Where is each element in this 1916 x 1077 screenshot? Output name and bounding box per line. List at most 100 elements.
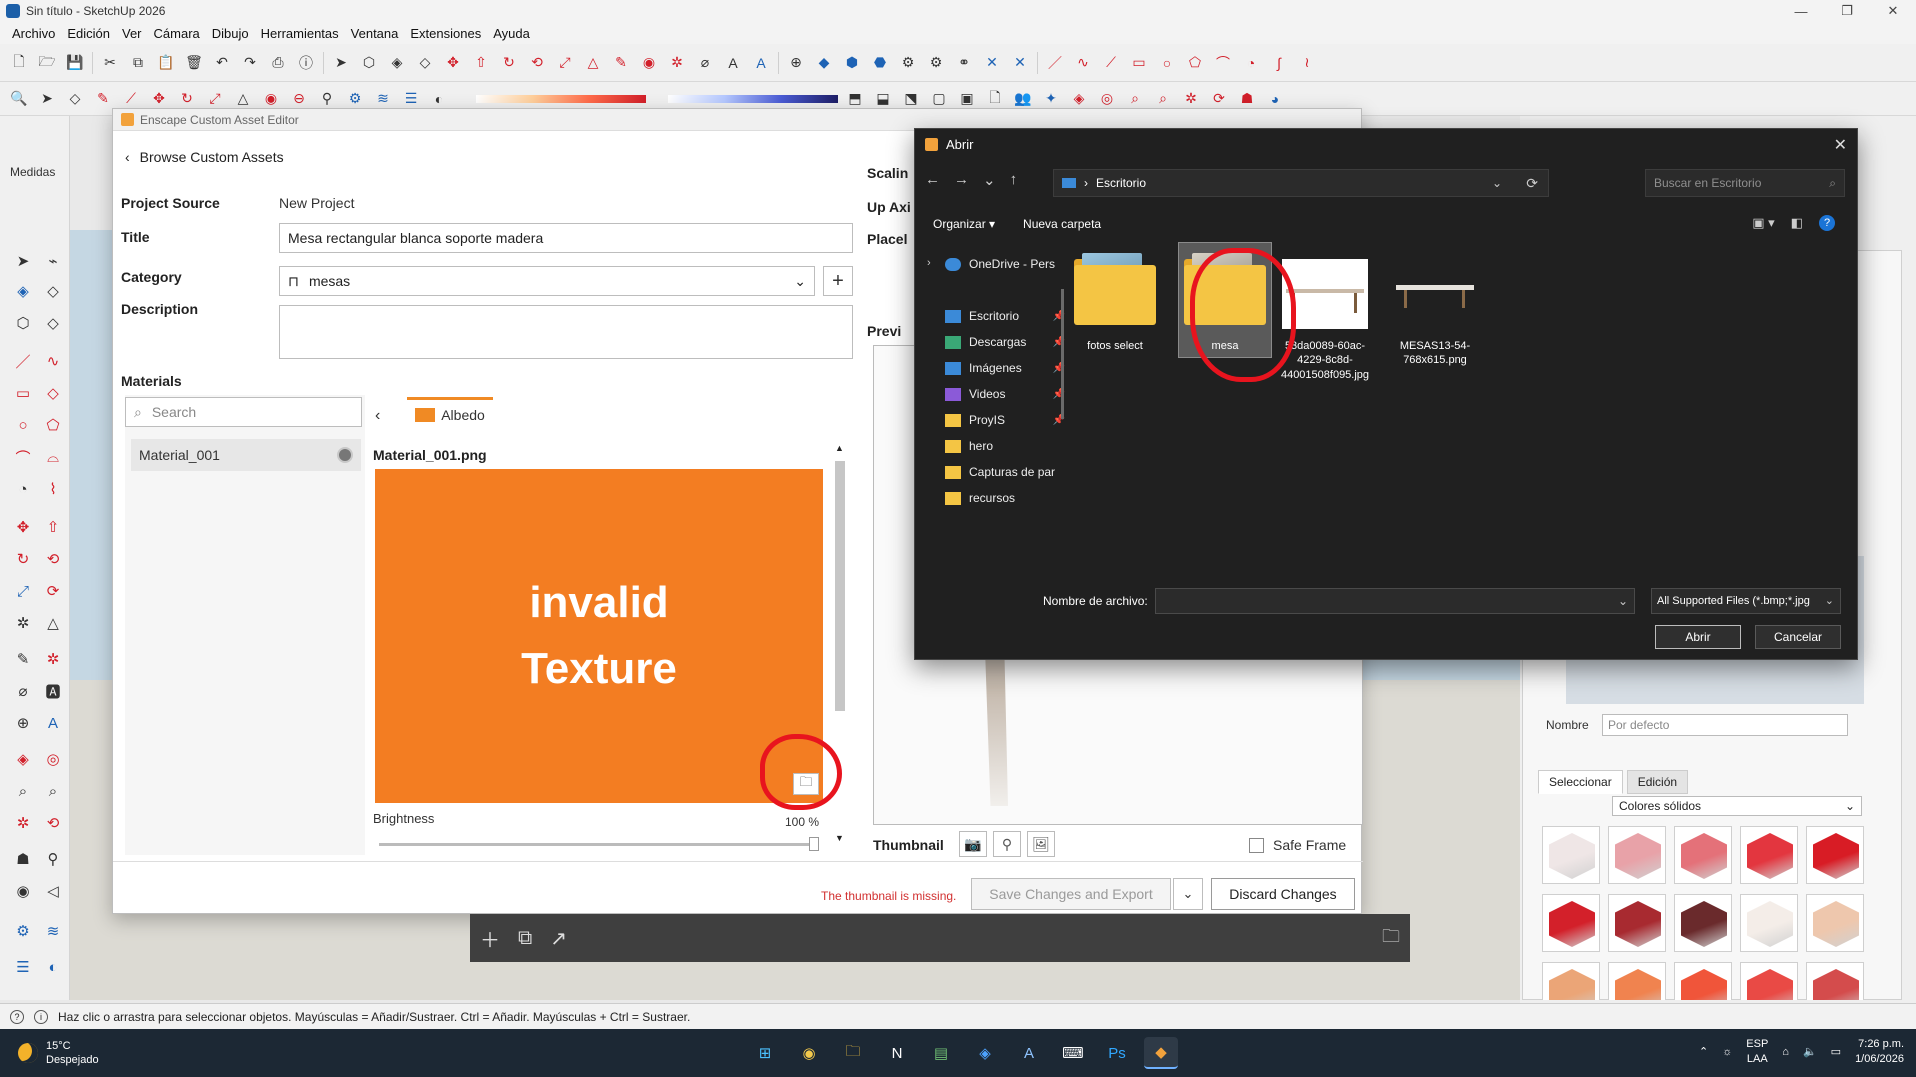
close-icon[interactable]: ✕ [1834, 135, 1847, 155]
folder-icon[interactable]: 🗀 [1382, 924, 1400, 954]
expand-chevron-icon[interactable]: › [927, 257, 931, 269]
protractor-icon[interactable]: ◉ [638, 52, 660, 74]
axes-tool-icon[interactable]: ✲ [666, 52, 688, 74]
menu-ayuda[interactable]: Ayuda [487, 26, 536, 41]
material-swatch[interactable] [1740, 962, 1798, 1000]
up-arrow-icon[interactable]: ↑ [1010, 171, 1018, 189]
open-file-icon[interactable]: 🗁 [36, 52, 58, 74]
pie-tool-icon[interactable]: ◔ [1240, 52, 1262, 74]
menu-edicion[interactable]: Edición [61, 26, 116, 41]
cancel-button[interactable]: Cancelar [1755, 625, 1841, 649]
tag-tool-icon[interactable]: ◇ [42, 312, 64, 334]
two-point-arc-icon[interactable]: ⌓ [42, 446, 64, 468]
zoom-extents-icon[interactable]: ⌕ [1124, 88, 1146, 110]
chevron-down-icon[interactable]: ⌄ [1618, 594, 1628, 608]
windows-start-icon[interactable]: ⊞ [748, 1037, 782, 1069]
component-tool-icon[interactable]: ⬡ [12, 312, 34, 334]
arc-tool-icon[interactable]: ⌒ [12, 446, 34, 468]
walk-icon[interactable]: ⚲ [316, 88, 338, 110]
brightness-slider-track[interactable] [379, 843, 819, 846]
select-arrow-icon[interactable]: ➤ [36, 88, 58, 110]
protractor-tool-icon[interactable]: △ [42, 612, 64, 634]
file-type-filter[interactable]: All Supported Files (*.bmp;*.jpg ⌄ [1651, 588, 1841, 614]
material-swatch[interactable] [1542, 894, 1600, 952]
enscape-start-icon[interactable]: ◆ [813, 52, 835, 74]
push-pull-tool-icon[interactable]: ⇧ [42, 516, 64, 538]
section-plane-red-icon[interactable]: ◈ [1068, 88, 1090, 110]
outliner-tool-icon[interactable]: ◐ [42, 956, 64, 978]
add-icon[interactable]: ＋ [480, 924, 500, 953]
material-swatch[interactable] [1608, 894, 1666, 952]
zoom-window-tool-icon[interactable]: ⌕ [42, 780, 64, 802]
photoshop-icon[interactable]: Ps [1100, 1037, 1134, 1069]
help-icon[interactable]: ? [1819, 215, 1835, 231]
walk-tool-icon[interactable]: ☗ [1236, 88, 1258, 110]
enscape-app-icon[interactable]: ◆ [1144, 1037, 1178, 1069]
terminal-icon[interactable]: ⌨ [1056, 1037, 1090, 1069]
rotate-tool-icon[interactable]: ↻ [498, 52, 520, 74]
title-input[interactable]: Mesa rectangular blanca soporte madera [279, 223, 853, 253]
settings-gear-icon[interactable]: ⚙ [897, 52, 919, 74]
section-tool-icon[interactable]: ◈ [12, 748, 34, 770]
polygon-tool-icon[interactable]: ⬠ [1184, 52, 1206, 74]
sun-intensity-bar[interactable] [476, 94, 646, 103]
preview-pane-icon[interactable]: ◧ [1791, 215, 1803, 231]
nav-recursos[interactable]: recursos [945, 491, 1065, 505]
save-and-export-button[interactable]: Save Changes and Export [971, 878, 1171, 910]
front-view-icon[interactable]: ▢ [928, 88, 950, 110]
print-icon[interactable]: ⎙ [267, 52, 289, 74]
move-tool-icon[interactable]: ✥ [442, 52, 464, 74]
paint-icon[interactable]: ◉ [260, 88, 282, 110]
select-tool-icon[interactable]: ➤ [12, 250, 34, 272]
chevron-down-icon[interactable]: ⌄ [1492, 176, 1502, 190]
new-folder-button[interactable]: Nueva carpeta [1023, 217, 1101, 231]
look-around-icon[interactable]: ⟳ [1208, 88, 1230, 110]
x-ray-icon[interactable]: ✕ [981, 52, 1003, 74]
previous-view-icon[interactable]: ⟲ [42, 812, 64, 834]
navigation-scrollbar[interactable] [1061, 289, 1064, 419]
globe-icon[interactable]: ◕ [1264, 88, 1286, 110]
scale-tool-icon[interactable]: ⤢ [12, 580, 34, 602]
camera-icon[interactable]: ◐ [428, 88, 450, 110]
scroll-down-icon[interactable]: ▼ [835, 833, 844, 843]
tape-measure-icon[interactable]: ✎ [610, 52, 632, 74]
move-tool-icon[interactable]: ✥ [12, 516, 34, 538]
save-icon[interactable]: 💾 [64, 52, 86, 74]
export-icon[interactable]: ↗ [550, 926, 567, 951]
address-bar[interactable]: › Escritorio ⌄ ⟳ [1053, 169, 1549, 197]
page-icon[interactable]: 🗋 [984, 88, 1006, 110]
notion-icon[interactable]: N [880, 1037, 914, 1069]
chevron-up-icon[interactable]: ⌃ [1699, 1045, 1708, 1058]
orbit-icon[interactable]: ⊕ [785, 52, 807, 74]
pin-icon[interactable]: ⚲ [993, 831, 1021, 857]
dialog-search-input[interactable]: Buscar en Escritorio ⌕ [1645, 169, 1845, 197]
materials-search-input[interactable]: ⌕ Search [125, 397, 362, 427]
refresh-icon[interactable]: ⟳ [1526, 175, 1538, 192]
material-swatch[interactable] [1674, 894, 1732, 952]
spline-tool-icon[interactable]: ≀ [1296, 52, 1318, 74]
undo-icon[interactable]: ↶ [211, 52, 233, 74]
lasso-tool-icon[interactable]: ⌁ [42, 250, 64, 272]
tape-icon[interactable]: ⊖ [288, 88, 310, 110]
material-swatch[interactable] [1806, 962, 1864, 1000]
material-swatch[interactable] [1740, 826, 1798, 884]
position-camera-tool-icon[interactable]: ☗ [12, 848, 34, 870]
browse-custom-assets-link[interactable]: ‹ Browse Custom Assets [125, 149, 284, 165]
tab-select[interactable]: Seleccionar [1538, 770, 1623, 794]
nav-proyis[interactable]: ProyIS 📌 [945, 413, 1065, 427]
tab-albedo[interactable]: Albedo [407, 397, 493, 429]
circle-tool-icon[interactable]: ○ [1156, 52, 1178, 74]
chrome-icon[interactable]: ◉ [792, 1037, 826, 1069]
zoom-extents-tool-icon[interactable]: ✲ [12, 812, 34, 834]
weather-widget[interactable]: 15°C Despejado [18, 1039, 99, 1068]
new-file-icon[interactable]: 🗋 [8, 52, 30, 74]
material-swatch[interactable] [1542, 962, 1600, 1000]
3d-text-tool-icon[interactable]: A [42, 712, 64, 734]
enscape-sync-icon[interactable]: ⬢ [841, 52, 863, 74]
eraser-icon[interactable]: ◇ [42, 280, 64, 302]
material-swatch[interactable] [1608, 962, 1666, 1000]
material-swatch[interactable] [1674, 826, 1732, 884]
dimension-tool-icon[interactable]: ✲ [42, 648, 64, 670]
eraser-tool-icon[interactable]: ◇ [64, 88, 86, 110]
component-icon[interactable]: ⬡ [358, 52, 380, 74]
